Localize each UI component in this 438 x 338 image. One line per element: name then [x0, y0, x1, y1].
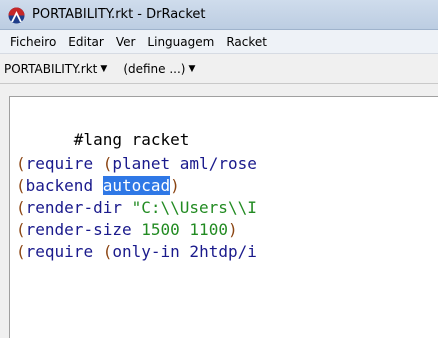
keyword: require — [25, 154, 94, 173]
number-literal: 1500 — [141, 220, 180, 239]
code-line-5: (render-dir "C:\\Users\\I — [16, 197, 257, 219]
menu-linguagem[interactable]: Linguagem — [141, 31, 220, 53]
file-name-label: PORTABILITY.rkt — [4, 61, 98, 76]
symbol: 2htdp/i — [179, 242, 257, 261]
file-name-dropdown[interactable]: PORTABILITY.rkt ▼ — [4, 62, 107, 76]
paren: ( — [16, 154, 26, 173]
window-title: PORTABILITY.rkt - DrRacket — [32, 7, 206, 22]
code-line-7: (require (only-in 2htdp/i — [16, 241, 257, 263]
menu-editar[interactable]: Editar — [62, 31, 110, 53]
keyword: planet — [112, 154, 171, 173]
definitions-toolbar: PORTABILITY.rkt ▼ (define ...) ▼ — [0, 54, 438, 84]
menu-ver[interactable]: Ver — [110, 31, 142, 53]
string-literal: "C:\\Users\\I — [131, 198, 257, 217]
keyword: backend — [25, 176, 94, 195]
menu-racket[interactable]: Racket — [220, 31, 273, 53]
paren: ( — [16, 242, 26, 261]
drracket-logo-icon — [8, 7, 25, 24]
title-bar: PORTABILITY.rkt - DrRacket — [0, 0, 438, 30]
keyword: require — [25, 242, 94, 261]
paren: ( — [16, 220, 26, 239]
dropdown-arrow-icon: ▼ — [188, 63, 196, 74]
paren: ( — [16, 198, 26, 217]
code-line-1: #lang racket — [16, 107, 190, 149]
paren: ( — [102, 154, 113, 173]
dropdown-arrow-icon: ▼ — [100, 63, 108, 74]
definitions-editor[interactable]: #lang racket (require (planet aml/rose (… — [9, 96, 438, 338]
paren: ( — [16, 176, 26, 195]
menu-ficheiro[interactable]: Ficheiro — [4, 31, 62, 53]
keyword: render-size — [25, 220, 132, 239]
paren: ) — [227, 220, 238, 239]
keyword: only-in — [112, 242, 180, 261]
number-literal: 1100 — [189, 220, 228, 239]
menu-bar: Ficheiro Editar Ver Linguagem Racket — [0, 30, 438, 54]
code-line-4: (backend autocad) — [16, 175, 180, 197]
selected-text[interactable]: autocad — [102, 176, 171, 195]
define-dropdown[interactable]: (define ...) ▼ — [123, 62, 195, 76]
drracket-window: PORTABILITY.rkt - DrRacket Ficheiro Edit… — [0, 0, 438, 338]
lang-line: #lang racket — [73, 130, 190, 149]
keyword: render-dir — [25, 198, 122, 217]
symbol: aml/rose — [170, 154, 257, 173]
code-line-3: (require (planet aml/rose — [16, 153, 257, 175]
code-line-6: (render-size 1500 1100) — [16, 219, 238, 241]
paren: ) — [170, 176, 180, 195]
paren: ( — [102, 242, 113, 261]
define-label: (define ...) — [123, 61, 186, 76]
